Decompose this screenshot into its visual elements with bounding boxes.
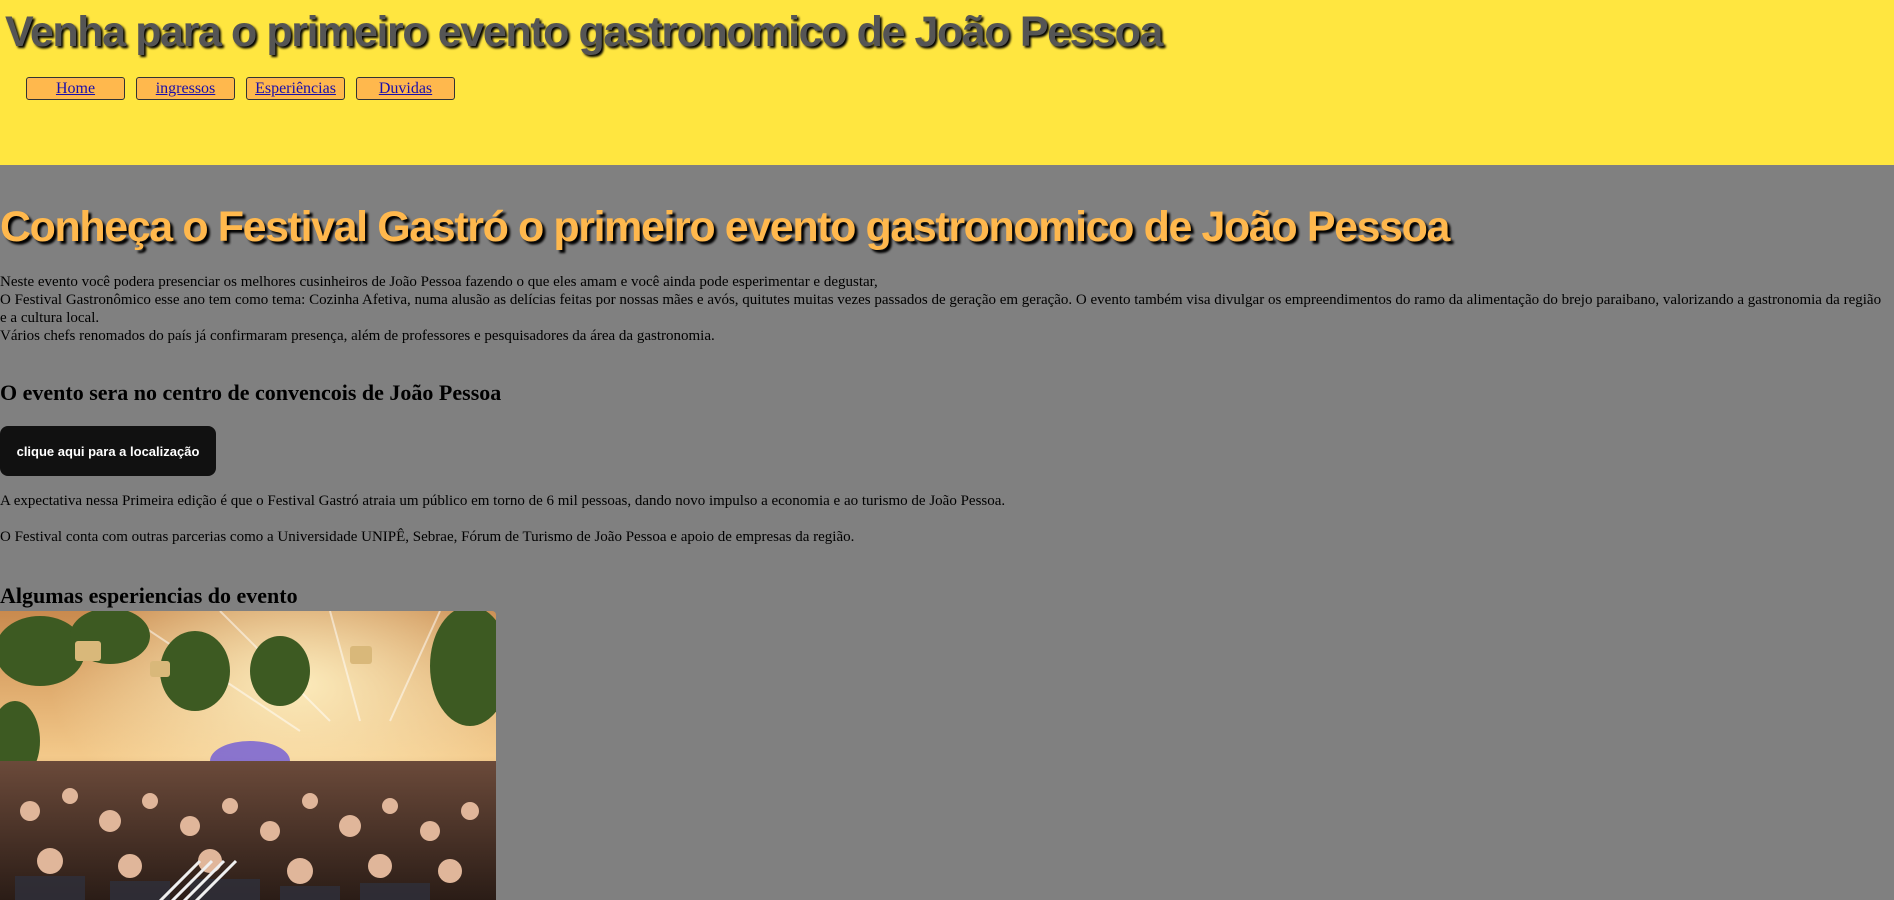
nav-esperiencias-link[interactable]: Esperiências <box>246 77 345 100</box>
location-button[interactable]: clique aqui para a localização <box>0 426 216 476</box>
main-nav: Home ingressos Esperiências Duvidas <box>26 77 455 100</box>
event-photo <box>0 611 496 900</box>
nav-home-link[interactable]: Home <box>26 77 125 100</box>
intro-paragraph: Neste evento você podera presenciar os m… <box>0 273 1890 345</box>
intro-line: O Festival Gastronômico esse ano tem com… <box>0 292 1882 326</box>
page-header: Venha para o primeiro evento gastronomic… <box>0 0 1894 165</box>
site-title: Venha para o primeiro evento gastronomic… <box>5 8 1163 56</box>
location-heading: O evento sera no centro de convencois de… <box>0 380 502 405</box>
expectation-paragraph: A expectativa nessa Primeira edição é qu… <box>0 493 1006 509</box>
nav-duvidas-link[interactable]: Duvidas <box>356 77 455 100</box>
festival-title: Conheça o Festival Gastró o primeiro eve… <box>0 203 1450 251</box>
experiences-heading: Algumas esperiencias do evento <box>0 583 298 608</box>
partners-paragraph: O Festival conta com outras parcerias co… <box>0 529 855 545</box>
intro-line: Vários chefs renomados do país já confir… <box>0 328 715 344</box>
intro-line: Neste evento você podera presenciar os m… <box>0 274 878 290</box>
nav-ingressos-link[interactable]: ingressos <box>136 77 235 100</box>
